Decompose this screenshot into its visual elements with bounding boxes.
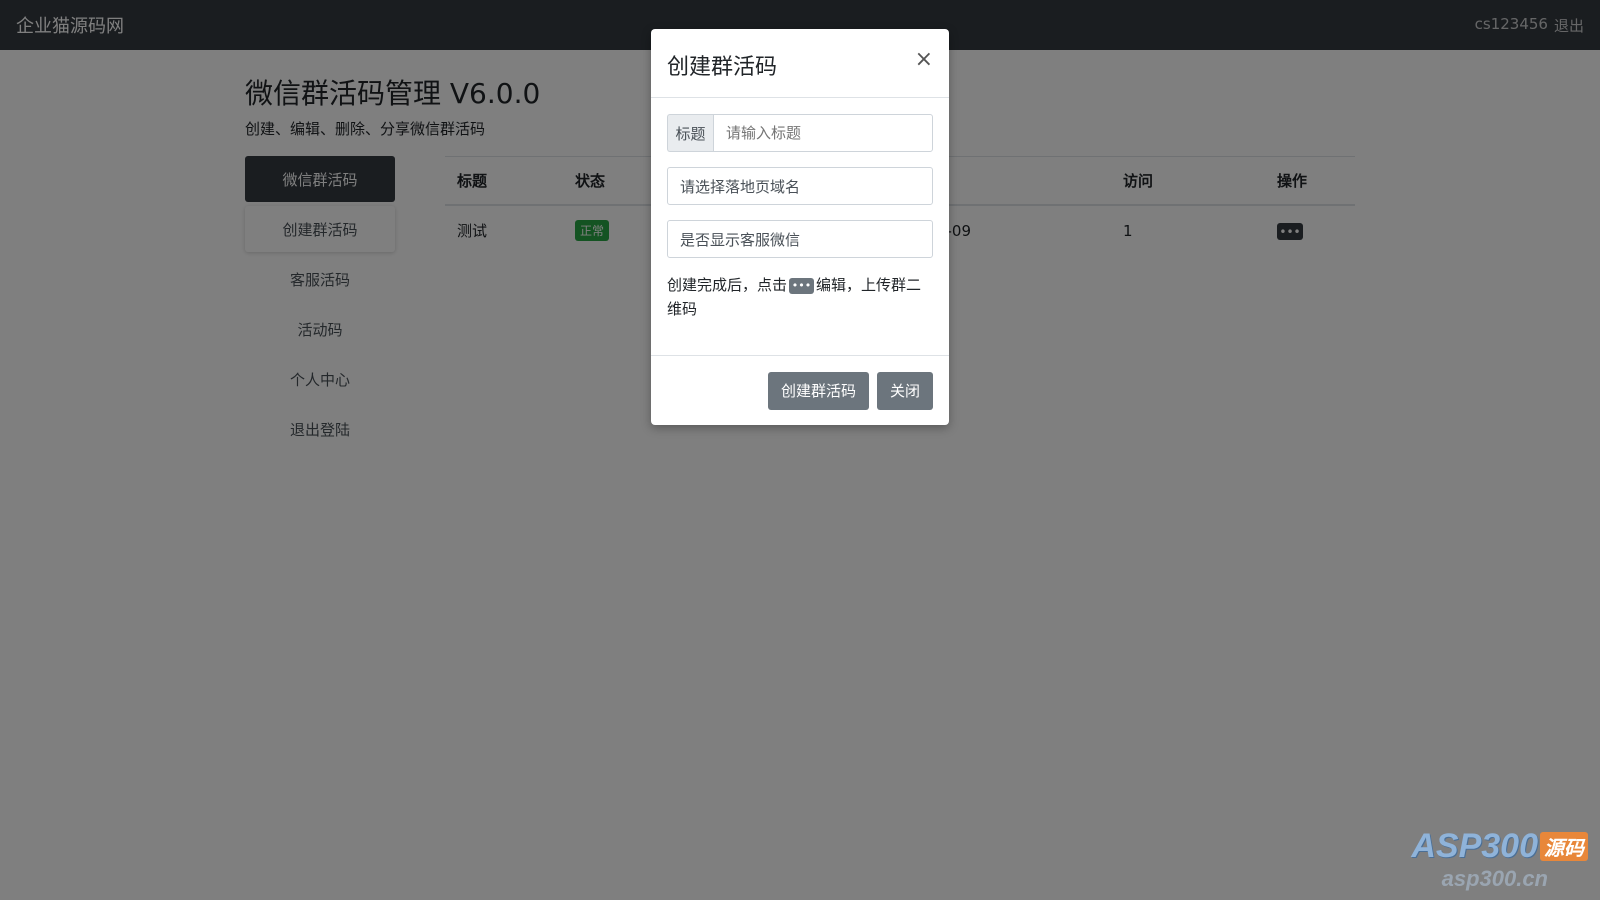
modal-header: 创建群活码 ×	[651, 29, 949, 98]
hint-text: 创建完成后，点击 ••• 编辑，上传群二维码	[667, 276, 922, 318]
close-button[interactable]: 关闭	[876, 371, 933, 410]
create-group-qrcode-button[interactable]: 创建群活码	[767, 371, 869, 410]
watermark: ASP300 源码 asp300.cn	[1411, 827, 1588, 892]
modal-footer: 创建群活码 关闭	[651, 355, 949, 425]
close-icon[interactable]: ×	[915, 49, 933, 71]
create-group-qrcode-modal: 创建群活码 × 标题 请选择落地页域名 是否显示客服微信 创建完成后，点击•••…	[651, 29, 949, 425]
more-icon: •••	[789, 277, 815, 294]
title-input[interactable]	[713, 114, 933, 152]
watermark-url: asp300.cn	[1441, 866, 1548, 891]
modal-body: 标题 请选择落地页域名 是否显示客服微信 创建完成后，点击•••编辑，上传群二维…	[651, 98, 949, 321]
watermark-logo: ASP300 源码	[1411, 827, 1588, 866]
show-service-wechat-select[interactable]: 是否显示客服微信	[667, 220, 933, 258]
modal-title: 创建群活码	[667, 55, 778, 80]
title-input-group: 标题	[667, 114, 933, 152]
domain-select[interactable]: 请选择落地页域名	[667, 167, 933, 205]
title-label: 标题	[667, 114, 713, 152]
